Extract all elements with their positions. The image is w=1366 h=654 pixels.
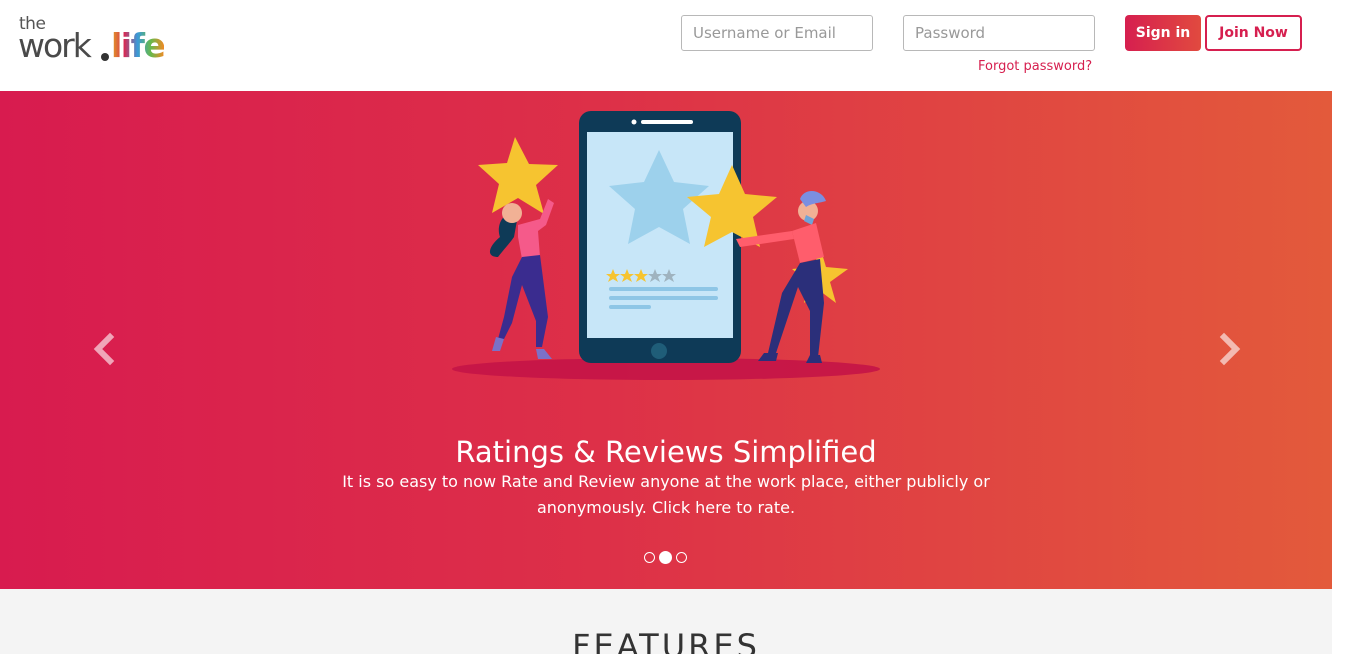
page-gutter [1332,91,1366,654]
ratings-illustration[interactable] [440,107,900,387]
logo-work: work [18,26,92,65]
logo-life: life [111,26,166,65]
forgot-password-link[interactable]: Forgot password? [978,59,1092,74]
slide-title: Ratings & Reviews Simplified [455,435,877,469]
logo[interactable]: the work life [18,16,178,64]
join-now-button[interactable]: Join Now [1205,15,1302,51]
carousel-dot-2[interactable] [659,551,672,564]
hero-carousel: Ratings & Reviews Simplified It is so ea… [0,91,1332,589]
features-section: FEATURES [0,589,1332,654]
carousel-dot-1[interactable] [644,552,655,563]
features-title: FEATURES [572,627,760,654]
sign-in-button[interactable]: Sign in [1125,15,1201,51]
carousel-dot-3[interactable] [676,552,687,563]
chevron-right-icon[interactable] [1214,331,1244,367]
password-input[interactable] [903,15,1095,51]
username-input[interactable] [681,15,873,51]
header: the work life Forgot password? Sign in J… [0,0,1366,91]
carousel-indicators [644,551,687,564]
logo-dot [101,53,109,61]
chevron-left-icon[interactable] [90,331,120,367]
slide-description[interactable]: It is so easy to now Rate and Review any… [330,469,1002,521]
